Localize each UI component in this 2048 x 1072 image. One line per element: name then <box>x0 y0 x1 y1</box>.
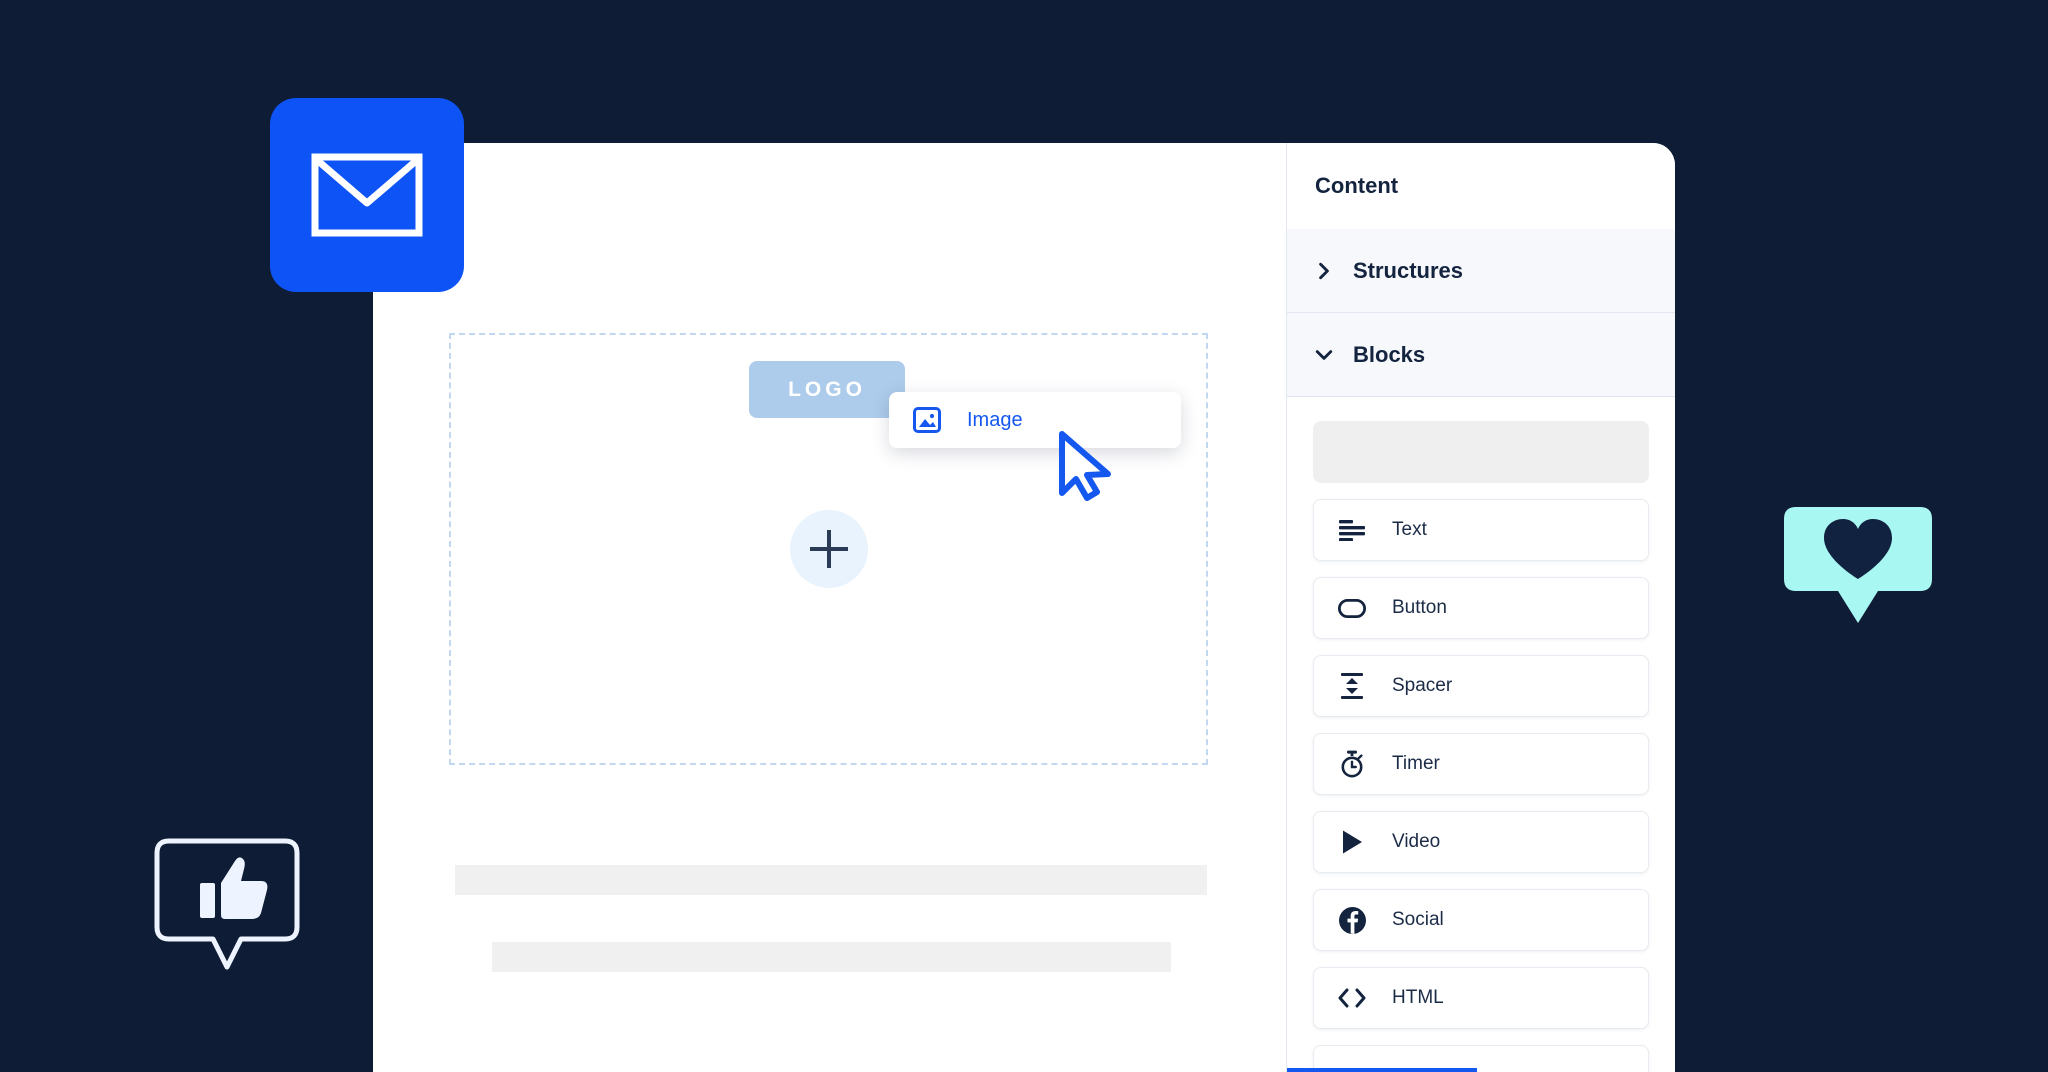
block-item-social-label: Social <box>1392 909 1444 930</box>
block-item-video[interactable]: Video <box>1313 811 1649 873</box>
block-item-timer-label: Timer <box>1392 753 1440 774</box>
accordion-structures[interactable]: Structures <box>1287 229 1675 313</box>
dragged-chip-label: Image <box>967 408 1023 431</box>
block-item-html-label: HTML <box>1392 987 1444 1008</box>
text-lines-icon <box>1338 516 1366 544</box>
facebook-icon <box>1338 906 1366 934</box>
image-icon <box>913 406 941 434</box>
heart-icon <box>1784 507 1932 623</box>
block-item-spacer-label: Spacer <box>1392 675 1453 696</box>
tab-content-label: Content <box>1315 173 1399 198</box>
button-pill-icon <box>1338 594 1366 622</box>
block-item-text-label: Text <box>1392 519 1427 540</box>
block-item-placeholder-image <box>1313 421 1649 483</box>
block-item-spacer[interactable]: Spacer <box>1313 655 1649 717</box>
block-item-timer[interactable]: Timer <box>1313 733 1649 795</box>
block-item-text[interactable]: Text <box>1313 499 1649 561</box>
play-triangle-icon <box>1338 828 1366 856</box>
block-item-video-label: Video <box>1392 831 1441 852</box>
content-skeleton-bar <box>492 942 1171 972</box>
email-canvas[interactable]: LOGO <box>373 143 1286 1072</box>
envelope-badge <box>270 98 464 292</box>
blocks-list: Text Button Spacer Timer Video Social HT… <box>1287 397 1675 1072</box>
arrow-cursor <box>1059 431 1111 501</box>
tab-content[interactable]: Content <box>1315 143 1398 229</box>
envelope-icon <box>311 153 423 237</box>
accordion-blocks-label: Blocks <box>1353 341 1426 367</box>
block-item-button-label: Button <box>1392 597 1447 618</box>
content-skeleton-bar <box>455 865 1207 895</box>
tab-active-indicator <box>1287 1068 1477 1072</box>
content-side-panel: Content Structures Blocks Text Button Sp… <box>1286 143 1675 1072</box>
chevron-right-icon <box>1319 262 1329 279</box>
accordion-blocks[interactable]: Blocks <box>1287 313 1675 397</box>
stopwatch-icon <box>1338 750 1366 778</box>
thumbs-up-icon <box>154 838 300 970</box>
block-item-button[interactable]: Button <box>1313 577 1649 639</box>
email-editor-window: LOGO Content Structures Blocks Text Butt… <box>373 143 1675 1072</box>
block-item-html[interactable]: HTML <box>1313 967 1649 1029</box>
chevron-down-icon <box>1315 349 1333 360</box>
accordion-structures-label: Structures <box>1353 257 1464 283</box>
panel-tab-bar: Content <box>1287 143 1675 1072</box>
code-brackets-icon <box>1338 984 1366 1012</box>
heart-bubble <box>1784 505 1932 633</box>
add-block-button[interactable] <box>789 510 868 588</box>
dragged-image-block-chip[interactable]: Image <box>889 392 1181 448</box>
block-item-social[interactable]: Social <box>1313 889 1649 951</box>
thumbs-up-bubble <box>143 835 311 975</box>
spacer-arrows-icon <box>1338 672 1366 700</box>
